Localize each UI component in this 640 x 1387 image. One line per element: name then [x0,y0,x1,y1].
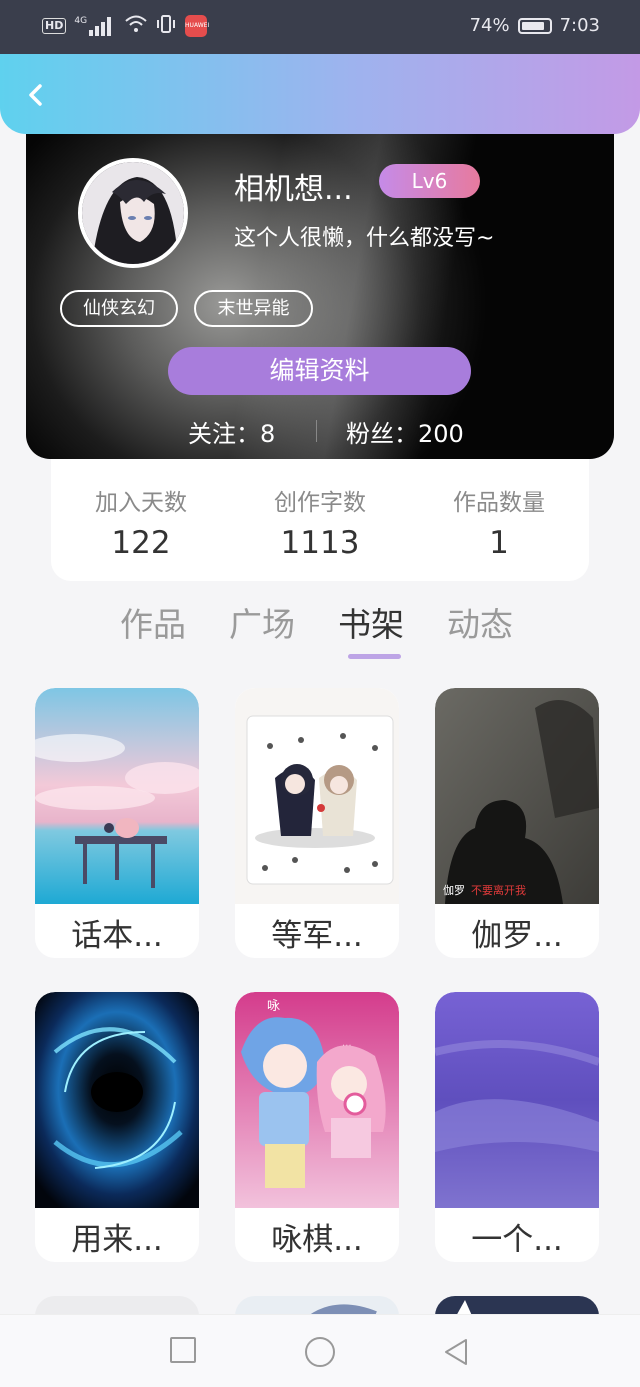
huawei-app-icon: HUAWEI [185,15,209,37]
book-cover [235,688,399,904]
fans-count[interactable]: 粉丝：200 [346,414,464,449]
tab-square[interactable]: 广场 [229,598,295,646]
book-card[interactable]: 一个... [435,992,599,1262]
book-card[interactable]: 用来... [35,992,199,1262]
back-nav-icon[interactable] [442,1337,472,1367]
wifi-icon [125,15,147,38]
book-title: 一个... [471,1222,563,1258]
book-title: 伽罗... [471,918,563,954]
stat-work-count: 作品数量 1 [409,483,589,561]
battery-percent: 74% [469,15,510,36]
stat-value: 1113 [280,525,360,561]
book-title: 话本... [71,918,163,954]
tab-works[interactable]: 作品 [120,598,186,646]
cover-label: 咏 [267,998,280,1013]
username: 相机想... [234,172,353,207]
book-cover: 咏 棋 [235,992,399,1208]
stats-panel: 加入天数 122 创作字数 1113 作品数量 1 [51,459,589,581]
clock: 7:03 [559,15,600,36]
stat-label: 作品数量 [453,490,545,516]
level-badge: Lv6 [379,164,480,198]
book-title: 咏棋... [271,1222,363,1258]
stat-join-days: 加入天数 122 [51,483,231,561]
book-title: 等军... [271,918,363,954]
recent-apps-icon[interactable] [170,1337,196,1363]
status-bar: HD 4G HUAWEI 74% 7:03 [0,0,640,54]
book-card[interactable]: 话本... [35,688,199,958]
stat-label: 加入天数 [95,490,187,516]
book-card[interactable]: 伽罗 不要离开我 伽罗... [435,688,599,958]
cover-caption: 伽罗 [443,883,465,897]
divider [316,420,317,442]
active-tab-indicator [348,654,401,659]
book-card[interactable]: 咏 棋 咏棋... [235,992,399,1262]
following-count[interactable]: 关注：8 [188,414,275,449]
stat-word-count: 创作字数 1113 [230,483,410,561]
tag-chip[interactable]: 仙侠玄幻 [60,290,178,327]
tab-bookshelf[interactable]: 书架 [338,598,404,646]
cover-caption: 不要离开我 [471,883,526,897]
top-header [0,54,640,134]
book-cover: 伽罗 不要离开我 [435,688,599,904]
tag-chip[interactable]: 末世异能 [194,290,313,327]
profile-card: 相机想... Lv6 这个人很懒，什么都没写~ 仙侠玄幻 末世异能 编辑资料 关… [26,134,614,459]
vibrate-icon [155,14,177,38]
tab-activity[interactable]: 动态 [447,598,513,646]
book-title: 用来... [71,1222,163,1258]
book-cover [35,992,199,1208]
signal-icon: 4G [74,16,117,36]
back-arrow-icon[interactable] [22,80,52,110]
book-cover [35,688,199,904]
stat-value: 122 [111,525,171,561]
system-nav-bar [0,1314,640,1387]
avatar[interactable] [78,158,188,268]
network-type: 4G [74,16,88,26]
book-card[interactable]: 等军... [235,688,399,958]
tab-bar: 作品 广场 书架 动态 [0,598,640,658]
bio-text: 这个人很懒，什么都没写~ [234,226,495,251]
stat-label: 创作字数 [274,490,366,516]
book-cover [435,992,599,1208]
home-icon[interactable] [305,1337,335,1367]
battery-icon [517,17,552,34]
stat-value: 1 [489,525,509,561]
hd-icon: HD [42,18,67,34]
edit-profile-button[interactable]: 编辑资料 [168,347,471,395]
